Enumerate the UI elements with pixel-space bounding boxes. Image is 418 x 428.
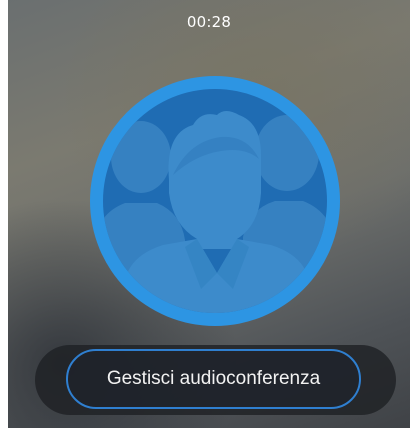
conference-avatar <box>89 75 341 327</box>
call-timer: 00:28 <box>186 13 232 31</box>
right-edge <box>410 0 418 428</box>
left-edge <box>0 0 8 428</box>
manage-conference-button[interactable]: Gestisci audioconferenza <box>66 349 361 409</box>
call-screen: 00:28 Gestisci audioconferenza <box>0 0 418 428</box>
group-conference-avatar-icon <box>90 76 340 326</box>
